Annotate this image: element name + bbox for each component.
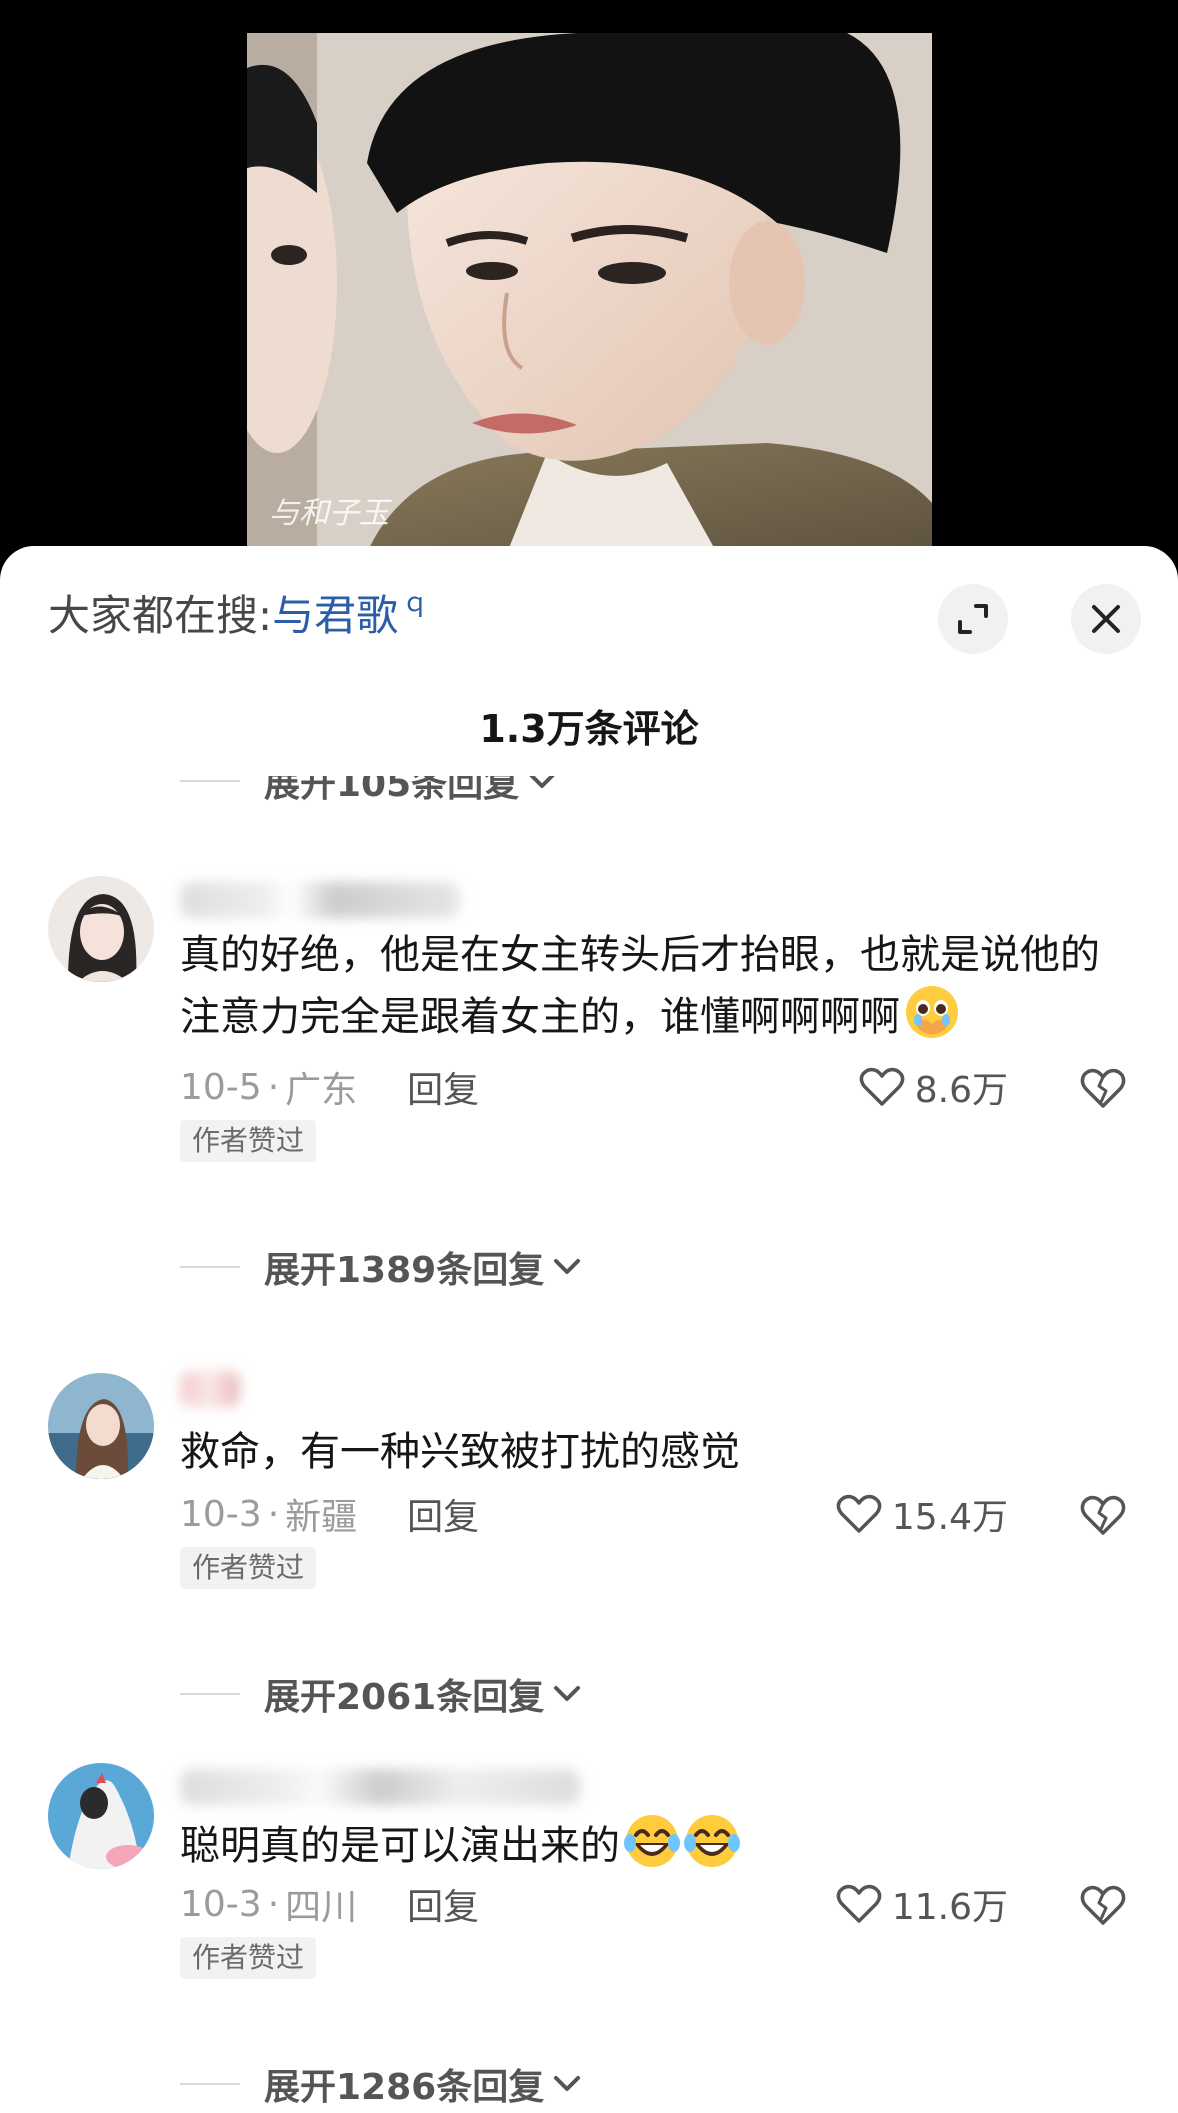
broken-heart-icon[interactable]: [1078, 1489, 1128, 1539]
hot-search-label: 大家都在搜:: [48, 591, 273, 640]
avatar[interactable]: [48, 876, 154, 982]
reply-button[interactable]: 回复: [407, 1061, 479, 1113]
comment-meta: 10-3 · 新疆 回复: [180, 1489, 479, 1539]
like-count: 15.4万: [891, 1497, 1008, 1538]
comment-meta: 10-5 · 广东 回复: [180, 1062, 479, 1112]
close-button[interactable]: [1071, 584, 1141, 654]
close-icon: [1092, 605, 1120, 633]
like-button[interactable]: 11.6万: [836, 1879, 1008, 1929]
comment-date: 10-3: [180, 1493, 262, 1535]
chevron-down-icon: [554, 1259, 581, 1274]
comment-location: 新疆: [285, 1497, 358, 1538]
chevron-down-icon: [554, 2076, 581, 2091]
search-icon: ｑ: [402, 588, 429, 618]
username-blurred: [180, 1769, 580, 1805]
like-button[interactable]: 8.6万: [859, 1062, 1008, 1112]
expand-replies[interactable]: 展开1389条回复: [180, 1242, 582, 1292]
laughing-tears-emoji: [624, 1815, 680, 1867]
reply-button[interactable]: 回复: [407, 1488, 479, 1540]
heart-icon: [859, 1067, 905, 1106]
like-button[interactable]: 15.4万: [836, 1489, 1008, 1539]
screen: { "video": { "watermark": "与和子玉" }, "hea…: [0, 0, 1178, 2113]
reply-button[interactable]: 回复: [407, 1878, 479, 1930]
comment-date: 10-5: [180, 1066, 262, 1108]
pleading-face-emoji: [906, 986, 958, 1038]
chevron-down-icon: [529, 776, 555, 788]
comment-text: 救命，有一种兴致被打扰的感觉: [180, 1429, 740, 1475]
fullscreen-button[interactable]: [938, 584, 1008, 654]
video-player[interactable]: 与和子玉: [247, 33, 932, 553]
author-liked-badge: 作者赞过: [180, 1547, 317, 1589]
comments-sheet: 大家都在搜:与君歌 ｑ 1.3万条评论 展开105条回复 真的好绝，他是在女主转…: [0, 546, 1178, 2113]
expand-icon: [958, 604, 988, 634]
divider: [180, 1266, 240, 1268]
comment-count: 1.3万条评论: [479, 707, 699, 751]
username-blurred: [180, 1371, 240, 1407]
like-count: 11.6万: [891, 1887, 1008, 1928]
author-liked-badge: 作者赞过: [180, 1120, 317, 1162]
like-count: 8.6万: [914, 1070, 1008, 1111]
broken-heart-icon[interactable]: [1078, 1879, 1128, 1929]
avatar[interactable]: [48, 1373, 154, 1479]
hot-search-bar[interactable]: 大家都在搜:与君歌 ｑ: [48, 590, 428, 642]
comment-text: 真的好绝，他是在女主转头后才抬眼，也就是说他的注意力完全是跟着女主的，谁懂啊啊啊…: [180, 932, 1100, 1040]
laughing-tears-emoji: [684, 1815, 740, 1867]
comment-location: 广东: [285, 1070, 358, 1111]
broken-heart-icon[interactable]: [1078, 1062, 1128, 1112]
heart-icon: [836, 1884, 882, 1923]
expand-replies[interactable]: 展开2061条回复: [180, 1669, 582, 1719]
divider: [180, 2083, 240, 2085]
expand-replies-label: 展开105条回复: [264, 776, 520, 805]
video-frame-image: 与和子玉: [247, 33, 932, 553]
expand-replies-label: 展开2061条回复: [264, 1677, 545, 1718]
username-blurred: [180, 882, 460, 918]
expand-replies-label: 展开1389条回复: [264, 1250, 545, 1291]
comment-date: 10-3: [180, 1883, 262, 1925]
heart-icon: [836, 1494, 882, 1533]
divider: [180, 1693, 240, 1695]
hot-search-keyword[interactable]: 与君歌: [272, 591, 398, 640]
expand-replies[interactable]: 展开1286条回复: [180, 2059, 582, 2109]
comment-text: 聪明真的是可以演出来的: [180, 1813, 1110, 1875]
chevron-down-icon: [554, 1686, 581, 1701]
video-watermark: 与和子玉: [269, 496, 392, 531]
expand-replies-label: 展开1286条回复: [264, 2067, 545, 2108]
comment-meta: 10-3 · 四川 回复: [180, 1879, 479, 1929]
avatar[interactable]: [48, 1763, 154, 1869]
comment-location: 四川: [285, 1887, 358, 1928]
divider: [180, 780, 240, 782]
author-liked-badge: 作者赞过: [180, 1937, 317, 1979]
expand-replies-partial[interactable]: 展开105条回复: [0, 776, 1178, 816]
